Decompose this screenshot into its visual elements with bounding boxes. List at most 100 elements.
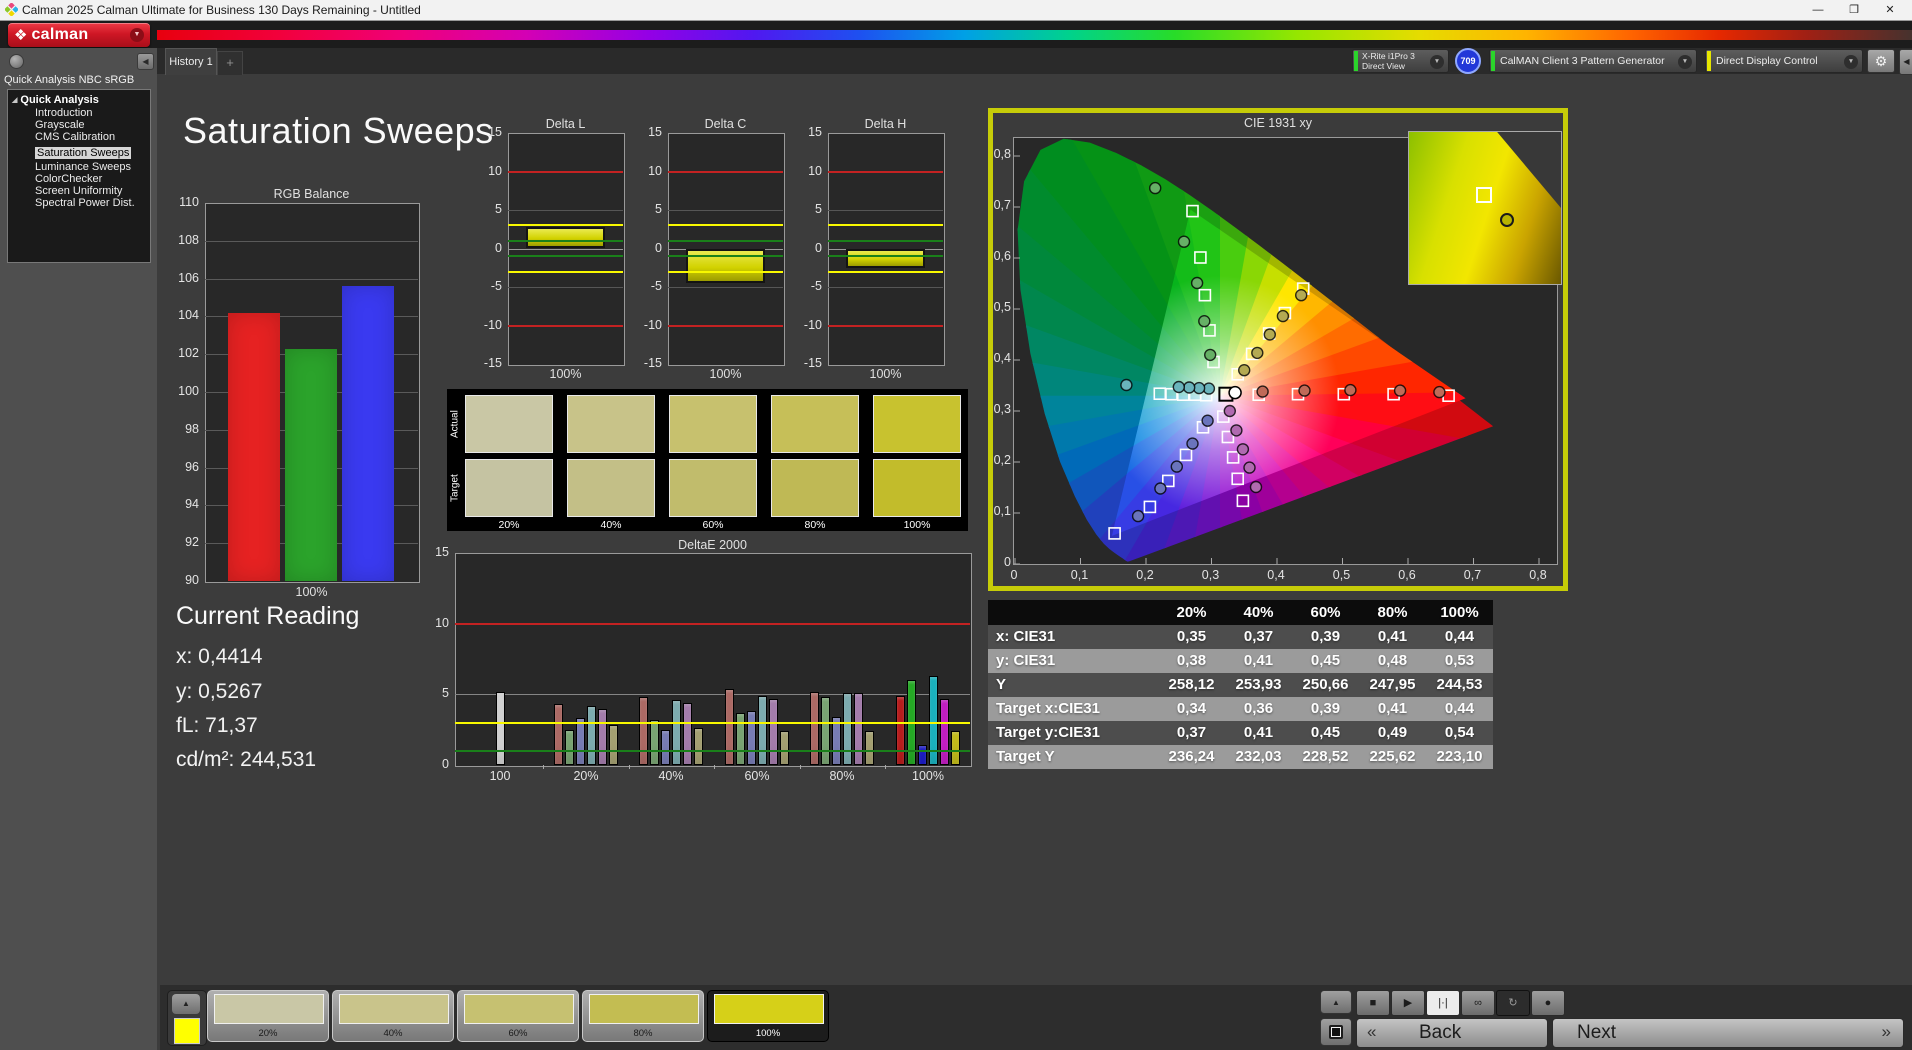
measurement-table: 20% 40% 60% 80% 100% x: CIE31 0,35 0,37 0,39 0,41… [988, 600, 1493, 769]
sidebar-item-grayscale[interactable]: Grayscale [35, 119, 150, 131]
deltae-2000-chart [455, 553, 972, 767]
table-value-cell: 0,53 [1444, 652, 1475, 669]
settings-gear-icon[interactable]: ⚙ [1867, 49, 1895, 73]
display-dropdown-icon[interactable]: ▼ [1844, 55, 1858, 69]
target-swatch-100% [873, 459, 961, 517]
deltae-ytick-label: 5 [442, 686, 449, 701]
maximize-button[interactable]: ❐ [1836, 0, 1872, 20]
table-row-label: Target x:CIE31 [996, 700, 1100, 717]
sidebar-item-introduction[interactable]: Introduction [35, 107, 150, 119]
deltae-bar-60% [747, 711, 756, 765]
deltae-group-label: 60% [744, 769, 770, 783]
workflow-status-dot[interactable] [9, 54, 24, 69]
deltae-bar-40% [639, 697, 648, 765]
pattern-generator-dropdown[interactable]: CalMAN Client 3 Pattern Generator ▼ [1489, 49, 1697, 73]
measure-button[interactable]: |·| [1426, 990, 1460, 1016]
loop-button[interactable]: ∞ [1461, 990, 1495, 1016]
display-control-dropdown[interactable]: Direct Display Control ▼ [1705, 49, 1863, 73]
deltae-bar-60% [780, 731, 789, 765]
meter-dropdown-icon[interactable]: ▼ [1430, 55, 1444, 69]
refresh-button[interactable]: ↻ [1496, 990, 1530, 1016]
cie-1931-panel: CIE 1931 xy 0 0,1 0,2 0,3 0,4 0,5 0,6 0,7 0,8 0 0,… [988, 108, 1568, 591]
pattern-dropdown-icon[interactable]: ▼ [1678, 55, 1692, 69]
panel-collapse-icon[interactable]: ◀ [1899, 49, 1912, 75]
stop-button[interactable]: ■ [1356, 990, 1390, 1016]
green-reference-line [508, 239, 623, 242]
next-button[interactable]: Next » [1552, 1018, 1904, 1048]
table-value-cell: 0,45 [1310, 652, 1341, 669]
table-row: y: CIE31 0,38 0,41 0,45 0,48 0,53 [988, 649, 1493, 673]
yellow-reference-line [508, 270, 623, 273]
current-measured-circle [1228, 385, 1242, 400]
table-row: Target y:CIE31 0,37 0,41 0,45 0,49 0,54 [988, 721, 1493, 745]
pattern-patch-100%[interactable]: 100% [707, 990, 829, 1042]
app-header: ❖ calman ▼ [0, 21, 1912, 48]
table-value-cell: 223,10 [1436, 748, 1483, 765]
sidebar-item-screen-uniformity[interactable]: Screen Uniformity [35, 185, 150, 197]
workflow-title: Quick Analysis NBC sRGB [4, 74, 135, 86]
table-row-label: Target y:CIE31 [996, 724, 1100, 741]
meter-dropdown[interactable]: X-Rite i1Pro 3 Direct View ▼ [1352, 49, 1449, 73]
green-measured-circle [1198, 314, 1211, 328]
close-button[interactable]: ✕ [1872, 0, 1908, 20]
table-row: x: CIE31 0,35 0,37 0,39 0,41 0,44 [988, 625, 1493, 649]
patch-swatch [214, 994, 324, 1024]
swatch-column-label: 100% [903, 519, 931, 531]
table-value-cell: 0,35 [1176, 628, 1207, 645]
deltae-bar-100% [940, 698, 949, 765]
delta-gridline [668, 210, 783, 211]
blue-balance-bar [342, 286, 394, 581]
red-reference-line [668, 324, 783, 327]
back-button[interactable]: « Back [1356, 1018, 1548, 1048]
blue-measured-circle [1131, 509, 1145, 523]
pattern-mini-widget[interactable]: ▲ [167, 990, 207, 1046]
sidebar-item-spectral-power-dist[interactable]: Spectral Power Dist. [35, 197, 150, 209]
mini-up-icon[interactable]: ▲ [172, 994, 200, 1014]
delta-c-xlabel: 100% [709, 367, 742, 381]
workflow-tree: ◢ Quick Analysis Introduction Grayscale CMS… [7, 89, 151, 263]
sidebar-item-cms-calibration[interactable]: CMS Calibration [35, 131, 150, 143]
pattern-patch-40%[interactable]: 40% [332, 990, 454, 1042]
sidebar-item-luminance-sweeps[interactable]: Luminance Sweeps [35, 161, 150, 173]
deltae-bar-40% [683, 702, 692, 765]
table-value-cell: 0,36 [1243, 700, 1274, 717]
transport-up-icon[interactable]: ▲ [1320, 990, 1352, 1014]
magenta-measured-circle [1236, 443, 1250, 456]
pattern-patch-80%[interactable]: 80% [582, 990, 704, 1042]
logo-dropdown-icon[interactable]: ▼ [130, 28, 144, 42]
delta-ytick-label: 0 [655, 240, 662, 255]
sidebar-item-colorchecker[interactable]: ColorChecker [35, 173, 150, 185]
magenta-measured-circle [1223, 404, 1237, 418]
table-row-label: x: CIE31 [996, 628, 1056, 645]
table-value-cell: 0,49 [1377, 724, 1408, 741]
red-reference-line [668, 170, 783, 173]
calman-logo-button[interactable]: ❖ calman ▼ [8, 23, 150, 47]
rgb-ytick-label: 98 [185, 421, 199, 436]
red-measured-circle [1298, 384, 1311, 397]
tab-add-button[interactable]: + [217, 51, 243, 75]
delta-l-xlabel: 100% [549, 367, 582, 381]
minimize-button[interactable]: — [1800, 0, 1836, 20]
play-button[interactable]: ▶ [1391, 990, 1425, 1016]
app-window: Calman 2025 Calman Ultimate for Business… [0, 0, 1912, 1050]
tab-history-1[interactable]: History 1 [165, 48, 217, 75]
pattern-patch-20%[interactable]: 20% [207, 990, 329, 1042]
tree-root[interactable]: ◢ Quick Analysis [12, 94, 150, 106]
delta-h-title: Delta H [864, 117, 907, 131]
sidebar-collapse-icon[interactable]: ◀ [137, 53, 154, 70]
table-value-cell: 0,44 [1444, 700, 1475, 717]
cie-ytick-label: 0,4 [993, 351, 1011, 365]
sidebar-item-saturation-sweeps[interactable]: Saturation Sweeps [35, 147, 132, 159]
single-button[interactable]: ● [1531, 990, 1565, 1016]
rgb-ytick-label: 108 [178, 232, 199, 247]
table-row: Target Y 236,24 232,03 228,52 225,62 223,10 [988, 745, 1493, 769]
blue-measured-circle [1154, 482, 1167, 495]
delta-c-title: Delta C [704, 117, 747, 131]
cie-ytick-label: 0,2 [993, 453, 1011, 467]
window-pattern-button[interactable] [1320, 1018, 1352, 1046]
page-title: Saturation Sweeps [183, 110, 494, 151]
pattern-patch-60%[interactable]: 60% [457, 990, 579, 1042]
rgb-ytick-label: 92 [185, 535, 199, 550]
red-reference-line [828, 170, 943, 173]
colorspace-709-badge[interactable]: 709 [1455, 48, 1481, 74]
